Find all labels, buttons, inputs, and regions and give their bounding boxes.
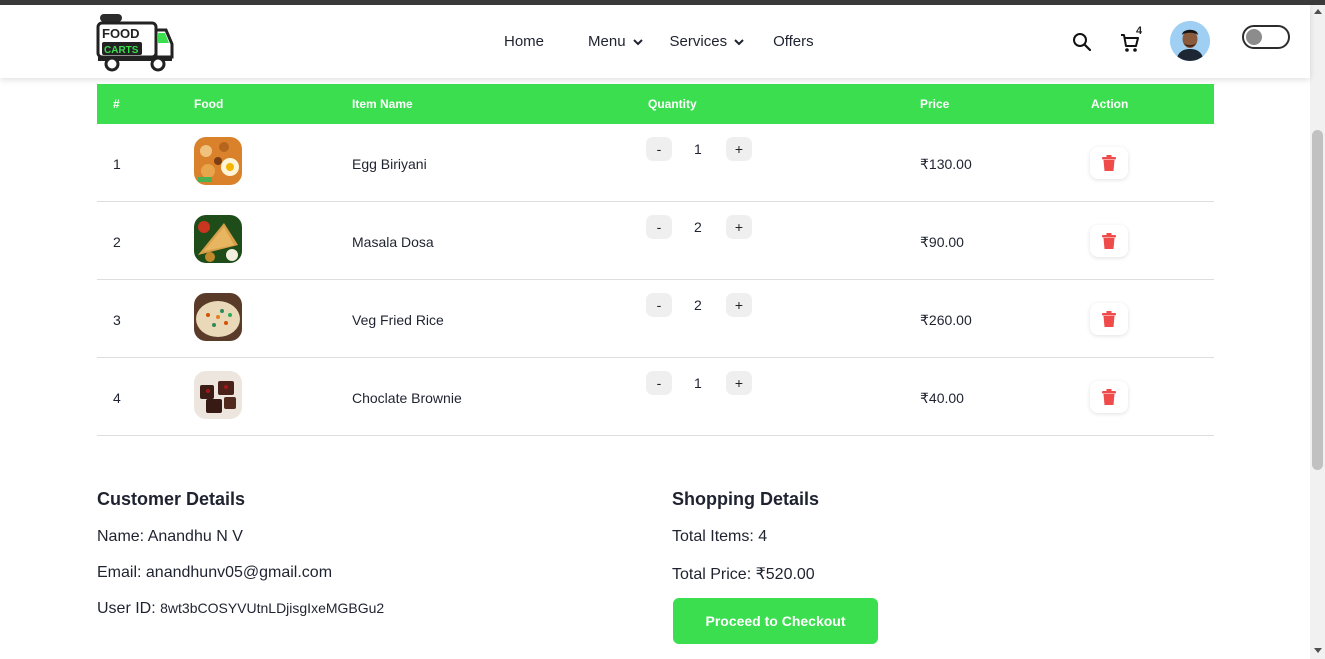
table-row: 4 Choclate Brownie - 1 + ₹40.00 xyxy=(97,358,1214,436)
row-index: 1 xyxy=(113,156,121,172)
food-image-choclate-brownie xyxy=(194,371,242,419)
total-price: Total Price: ₹520.00 xyxy=(672,566,815,583)
col-header-action: Action xyxy=(1091,97,1129,111)
row-index: 4 xyxy=(113,390,121,406)
quantity-decrease-button[interactable]: - xyxy=(646,215,672,239)
quantity-decrease-button[interactable]: - xyxy=(646,137,672,161)
search-icon[interactable] xyxy=(1071,31,1093,53)
col-header-quantity: Quantity xyxy=(648,97,697,111)
scroll-down-arrow-icon[interactable] xyxy=(1314,648,1322,653)
quantity-decrease-button[interactable]: - xyxy=(646,371,672,395)
table-header: # Food Item Name Quantity Price Action xyxy=(97,84,1214,124)
total-items: Total Items: 4 xyxy=(672,528,768,545)
customer-details-title: Customer Details xyxy=(97,489,246,509)
delete-button[interactable] xyxy=(1090,147,1128,179)
user-id-value: 8wt3bCOSYVUtnLDjisgIxeMGBGu2 xyxy=(160,600,385,616)
item-name: Egg Biriyani xyxy=(352,156,427,172)
food-image-masala-dosa xyxy=(194,215,242,263)
row-index: 3 xyxy=(113,312,121,328)
svg-text:FOOD: FOOD xyxy=(102,26,140,41)
trash-icon xyxy=(1102,233,1116,249)
customer-user-id: User ID: 8wt3bCOSYVUtnLDjisgIxeMGBGu2 xyxy=(97,600,384,618)
nav-links: Home Menu Services Offers xyxy=(504,5,842,78)
col-header-item-name: Item Name xyxy=(352,97,413,111)
table-row: 2 Masala Dosa - 2 + ₹90.00 xyxy=(97,202,1214,280)
user-avatar-icon xyxy=(1170,21,1210,61)
quantity-increase-button[interactable]: + xyxy=(726,137,752,161)
chevron-down-icon xyxy=(734,38,744,45)
nav-services[interactable]: Services xyxy=(670,33,746,50)
delete-button[interactable] xyxy=(1090,303,1128,335)
scrollbar-thumb[interactable] xyxy=(1312,130,1323,470)
item-name: Veg Fried Rice xyxy=(352,312,444,328)
theme-toggle[interactable] xyxy=(1242,25,1290,49)
customer-email: Email: anandhunv05@gmail.com xyxy=(97,564,333,581)
avatar[interactable] xyxy=(1170,21,1210,61)
quantity-value: 2 xyxy=(694,297,702,313)
table-row: 3 Veg Fried Rice - 2 + ₹260.00 xyxy=(97,280,1214,358)
item-name: Choclate Brownie xyxy=(352,390,462,406)
table-row: 1 Egg Biriyani - 1 + ₹130.00 xyxy=(97,124,1214,202)
user-id-label: User ID: xyxy=(97,600,156,617)
quantity-value: 1 xyxy=(694,141,702,157)
nav-menu[interactable]: Menu xyxy=(588,33,644,50)
delete-button[interactable] xyxy=(1090,381,1128,413)
trash-icon xyxy=(1102,155,1116,171)
item-price: ₹130.00 xyxy=(920,156,972,172)
food-image-egg-biriyani xyxy=(194,137,242,185)
cart-table: # Food Item Name Quantity Price Action 1… xyxy=(97,84,1214,436)
shopping-details-title: Shopping Details xyxy=(672,489,820,509)
col-header-index: # xyxy=(113,97,120,111)
proceed-to-checkout-button[interactable]: Proceed to Checkout xyxy=(673,598,878,644)
nav-home[interactable]: Home xyxy=(504,33,544,50)
scroll-up-arrow-icon[interactable] xyxy=(1314,9,1322,14)
quantity-increase-button[interactable]: + xyxy=(726,371,752,395)
col-header-price: Price xyxy=(920,97,950,111)
chevron-down-icon xyxy=(632,38,643,45)
cart-count-badge: 4 xyxy=(1136,25,1143,37)
item-name: Masala Dosa xyxy=(352,234,434,250)
item-price: ₹40.00 xyxy=(920,390,964,406)
row-index: 2 xyxy=(113,234,121,250)
food-image-veg-fried-rice xyxy=(194,293,242,341)
navbar: FOOD CARTS Home Menu Services Offers 4 xyxy=(0,5,1310,78)
quantity-increase-button[interactable]: + xyxy=(726,293,752,317)
trash-icon xyxy=(1102,389,1116,405)
quantity-decrease-button[interactable]: - xyxy=(646,293,672,317)
col-header-food: Food xyxy=(194,97,224,111)
page-scrollbar[interactable] xyxy=(1310,5,1325,659)
item-price: ₹90.00 xyxy=(920,234,964,250)
customer-name: Name: Anandhu N V xyxy=(97,528,243,545)
nav-offers[interactable]: Offers xyxy=(773,33,814,50)
food-carts-logo[interactable]: FOOD CARTS xyxy=(96,12,174,72)
quantity-value: 2 xyxy=(694,219,702,235)
quantity-increase-button[interactable]: + xyxy=(726,215,752,239)
trash-icon xyxy=(1102,311,1116,327)
delete-button[interactable] xyxy=(1090,225,1128,257)
quantity-value: 1 xyxy=(694,375,702,391)
toggle-knob xyxy=(1246,29,1262,45)
item-price: ₹260.00 xyxy=(920,312,972,328)
svg-text:CARTS: CARTS xyxy=(104,45,139,56)
